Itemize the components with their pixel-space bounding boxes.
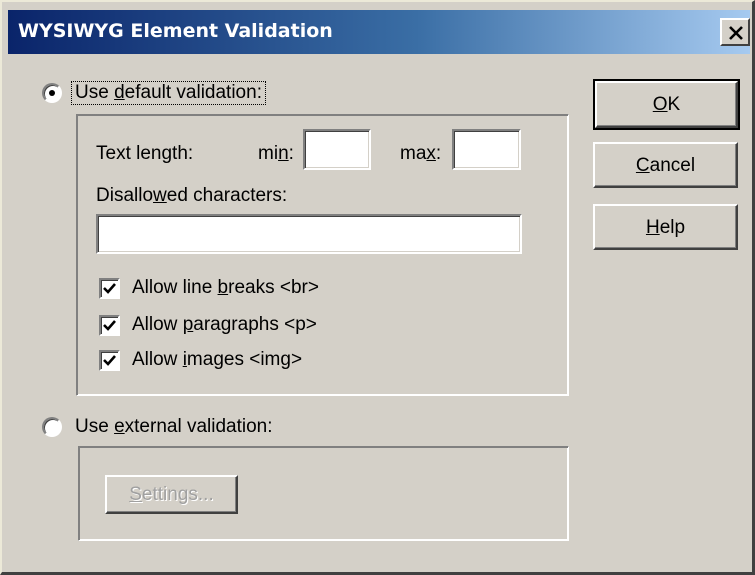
allow-line-breaks-label: Allow line breaks <br>: [132, 277, 319, 298]
radio-button[interactable]: [42, 417, 62, 437]
window-title: WYSIWYG Element Validation: [18, 20, 333, 42]
settings-button-label: Settings...: [129, 484, 214, 505]
checkbox[interactable]: [99, 277, 120, 299]
default-validation-label[interactable]: Use default validation:: [71, 81, 266, 105]
checkbox[interactable]: [99, 349, 120, 371]
min-label: min:: [258, 143, 294, 164]
help-button-label: Help: [645, 216, 686, 238]
radio-button[interactable]: [42, 83, 62, 103]
help-button[interactable]: Help: [593, 204, 738, 250]
settings-button[interactable]: Settings...: [105, 475, 238, 514]
allow-paragraphs-label: Allow paragraphs <p>: [132, 314, 317, 335]
max-length-input[interactable]: [452, 129, 521, 170]
allow-line-breaks-checkbox[interactable]: Allow line breaks <br>: [99, 277, 319, 299]
radio-selected-dot: [49, 90, 55, 96]
cancel-button-label: Cancel: [635, 154, 696, 176]
external-validation-label[interactable]: Use external validation:: [75, 416, 273, 438]
checkmark-icon: [103, 282, 116, 294]
checkmark-icon: [103, 319, 116, 331]
cancel-button[interactable]: Cancel: [593, 142, 738, 188]
external-validation-radio[interactable]: Use external validation:: [42, 416, 273, 438]
ok-button-label: OK: [652, 94, 681, 115]
max-label: max:: [400, 143, 442, 164]
checkbox[interactable]: [99, 314, 120, 336]
close-icon: [729, 26, 743, 40]
close-button[interactable]: [720, 18, 750, 46]
allow-images-label: Allow images <img>: [132, 349, 303, 370]
text-length-label: Text length:: [96, 143, 194, 164]
checkmark-icon: [103, 354, 116, 366]
title-bar: WYSIWYG Element Validation: [8, 10, 750, 54]
dialog-window: WYSIWYG Element Validation Use default v…: [0, 0, 755, 575]
min-length-input[interactable]: [303, 129, 371, 170]
allow-paragraphs-checkbox[interactable]: Allow paragraphs <p>: [99, 314, 317, 336]
default-validation-radio[interactable]: Use default validation:: [42, 81, 266, 105]
disallowed-characters-label: Disallowed characters:: [96, 185, 288, 206]
ok-button[interactable]: OK: [593, 79, 740, 130]
allow-images-checkbox[interactable]: Allow images <img>: [99, 349, 302, 371]
disallowed-characters-input[interactable]: [96, 214, 522, 254]
